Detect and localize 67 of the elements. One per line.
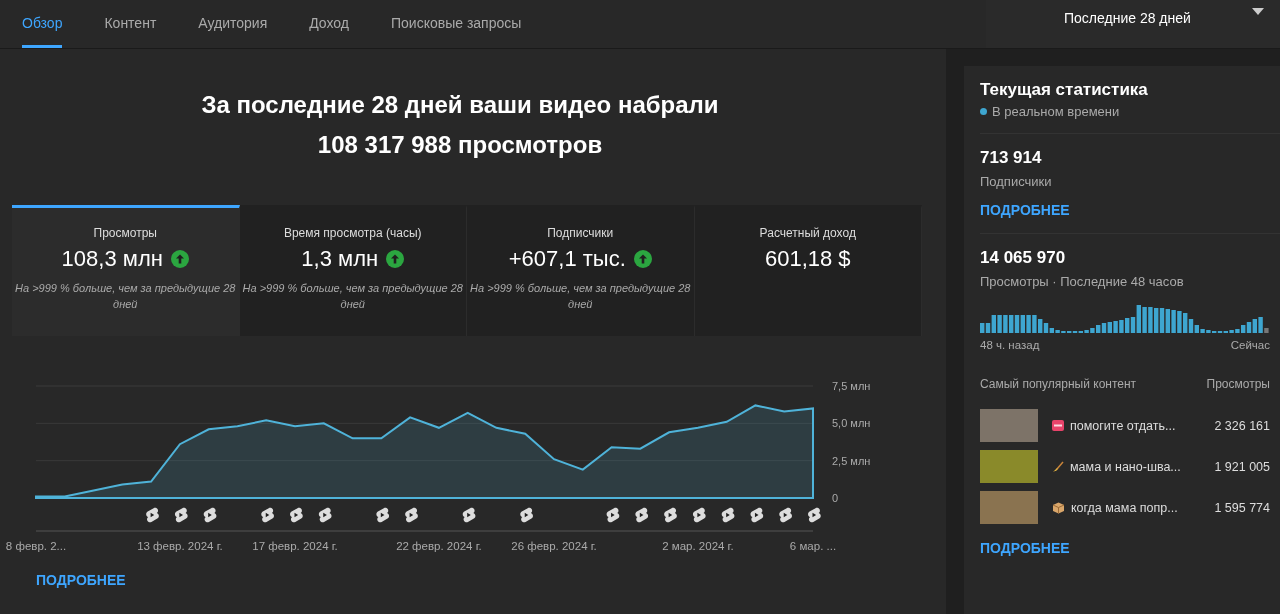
more-link[interactable]: ПОДРОБНЕЕ [980,202,1070,218]
shorts-icon[interactable] [261,507,274,523]
shorts-icon[interactable] [203,507,217,523]
axis-label: Сейчас [1230,339,1270,351]
axis-label: 2,5 млн [832,454,871,467]
metric-tab[interactable]: Просмотры 108,3 млн На >999 % больше, чем за предыдущие 28 дней [12,205,240,336]
broom-icon [1052,460,1064,473]
view-count: 1 921 005 [1214,459,1270,474]
more-link[interactable]: ПОДРОБНЕЕ [980,540,1070,556]
shorts-icon[interactable] [520,507,533,523]
shorts-icon[interactable] [721,507,735,523]
view-count: 2 326 161 [1214,418,1270,433]
column-header: Просмотры [1206,377,1270,391]
date-label: 22 февр. 2024 г. [396,540,482,552]
thumbnail-placeholder[interactable] [980,450,1038,483]
metric-tab[interactable]: Подписчики +607,1 тыс. На >999 % больше, чем за предыдущие 28 дней [467,205,695,336]
box-icon [1052,501,1065,514]
more-link[interactable]: ПОДРОБНЕЕ [36,572,126,588]
shorts-icon[interactable] [635,507,649,523]
tab[interactable]: Поисковые запросы [391,0,522,48]
video-title[interactable]: мама и нано-шва... [1070,459,1209,474]
view-count: 1 595 774 [1214,500,1270,515]
axis-label: 5,0 млн [832,417,871,430]
shorts-icon[interactable] [174,507,188,523]
shorts-icon[interactable] [779,507,792,523]
date-label: 17 февр. 2024 г. [252,540,338,552]
subscriber-count: 713 914 [980,148,1043,168]
arrow-up-icon [170,250,189,268]
video-title[interactable]: помогите отдать... [1070,418,1209,433]
axis-label: 7,5 млн [832,380,871,392]
shorts-icon[interactable] [750,507,764,523]
view-count: 14 065 970 [980,248,1067,268]
shorts-icon[interactable] [808,507,821,523]
shorts-icon[interactable] [290,507,303,523]
shorts-icon[interactable] [462,507,476,523]
live-label: В реальном времени [992,104,1120,119]
shorts-icon[interactable] [318,507,332,523]
video-title[interactable]: когда мама попр... [1071,500,1209,515]
axis-label: 48 ч. назад [980,339,1040,351]
date-label: 2 мар. 2024 г. [662,540,734,552]
date-label: 13 февр. 2024 г. [137,540,223,552]
arrow-up-icon [633,250,652,268]
tab[interactable]: Аудитория [198,0,268,48]
shorts-icon[interactable] [146,507,159,523]
column-header: Самый популярный контент [980,377,1137,391]
shorts-icon[interactable] [376,507,390,523]
tab[interactable]: Доход [309,0,349,48]
shorts-icon[interactable] [692,507,706,523]
metric-tab[interactable]: Время просмотра (часы) 1,3 млн На >999 % больше, чем за предыдущие 28 дней [239,205,467,336]
live-dot-icon [980,108,987,115]
date-label: 8 февр. 2... [5,540,67,552]
headline: За последние 28 дней ваши видео набрали 108 317 988 просмотров [200,90,720,160]
axis-label: 0 [832,492,839,504]
arrow-up-icon [386,250,405,268]
date-label: 26 февр. 2024 г. [511,540,597,552]
card-title: Текущая статистика [980,80,1149,100]
caret-icon [1252,8,1264,15]
shorts-icon[interactable] [606,507,620,523]
sos-icon [1052,420,1064,431]
tab[interactable]: Контент [104,0,157,48]
thumbnail-placeholder[interactable] [980,491,1038,524]
stat-label: Подписчики [980,174,1053,189]
shorts-icon[interactable] [664,507,677,523]
shorts-icon[interactable] [405,507,418,523]
thumbnail-placeholder[interactable] [980,409,1038,442]
date-label: 6 мар. ... [789,540,837,552]
stat-label: Просмотры · Последние 48 часов [980,274,1185,289]
